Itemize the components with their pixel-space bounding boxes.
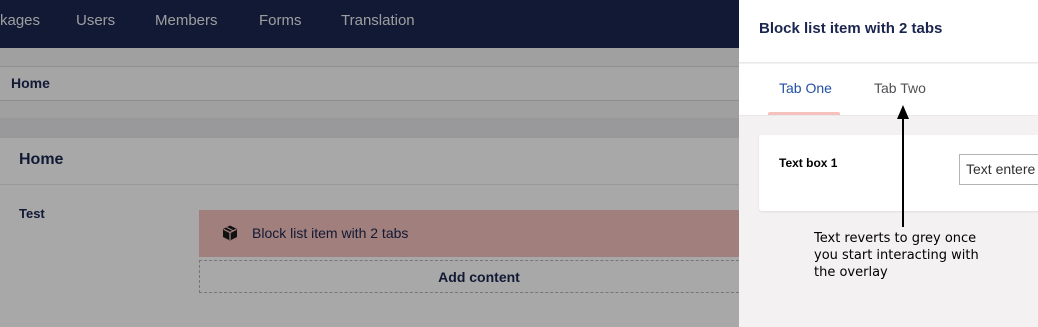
editor-title: Block list item with 2 tabs <box>759 20 943 37</box>
annotation-line: you start interacting with <box>814 248 979 263</box>
text-box-input[interactable]: Text entere <box>959 154 1038 185</box>
annotation-line: Text reverts to grey once <box>814 231 977 246</box>
editor-header: Block list item with 2 tabs <box>739 0 1038 63</box>
active-tab-indicator <box>768 112 840 115</box>
annotation-line: the overlay <box>814 265 888 280</box>
editor-tabs: Tab One Tab Two <box>739 64 1038 116</box>
annotation-text: Text reverts to grey once you start inte… <box>814 230 1014 281</box>
overlay-backdrop[interactable] <box>0 0 739 327</box>
text-box-label: Text box 1 <box>779 156 838 170</box>
tab-two[interactable]: Tab Two <box>874 80 926 96</box>
tab-one[interactable]: Tab One <box>779 80 832 96</box>
annotation-arrow <box>897 105 909 227</box>
